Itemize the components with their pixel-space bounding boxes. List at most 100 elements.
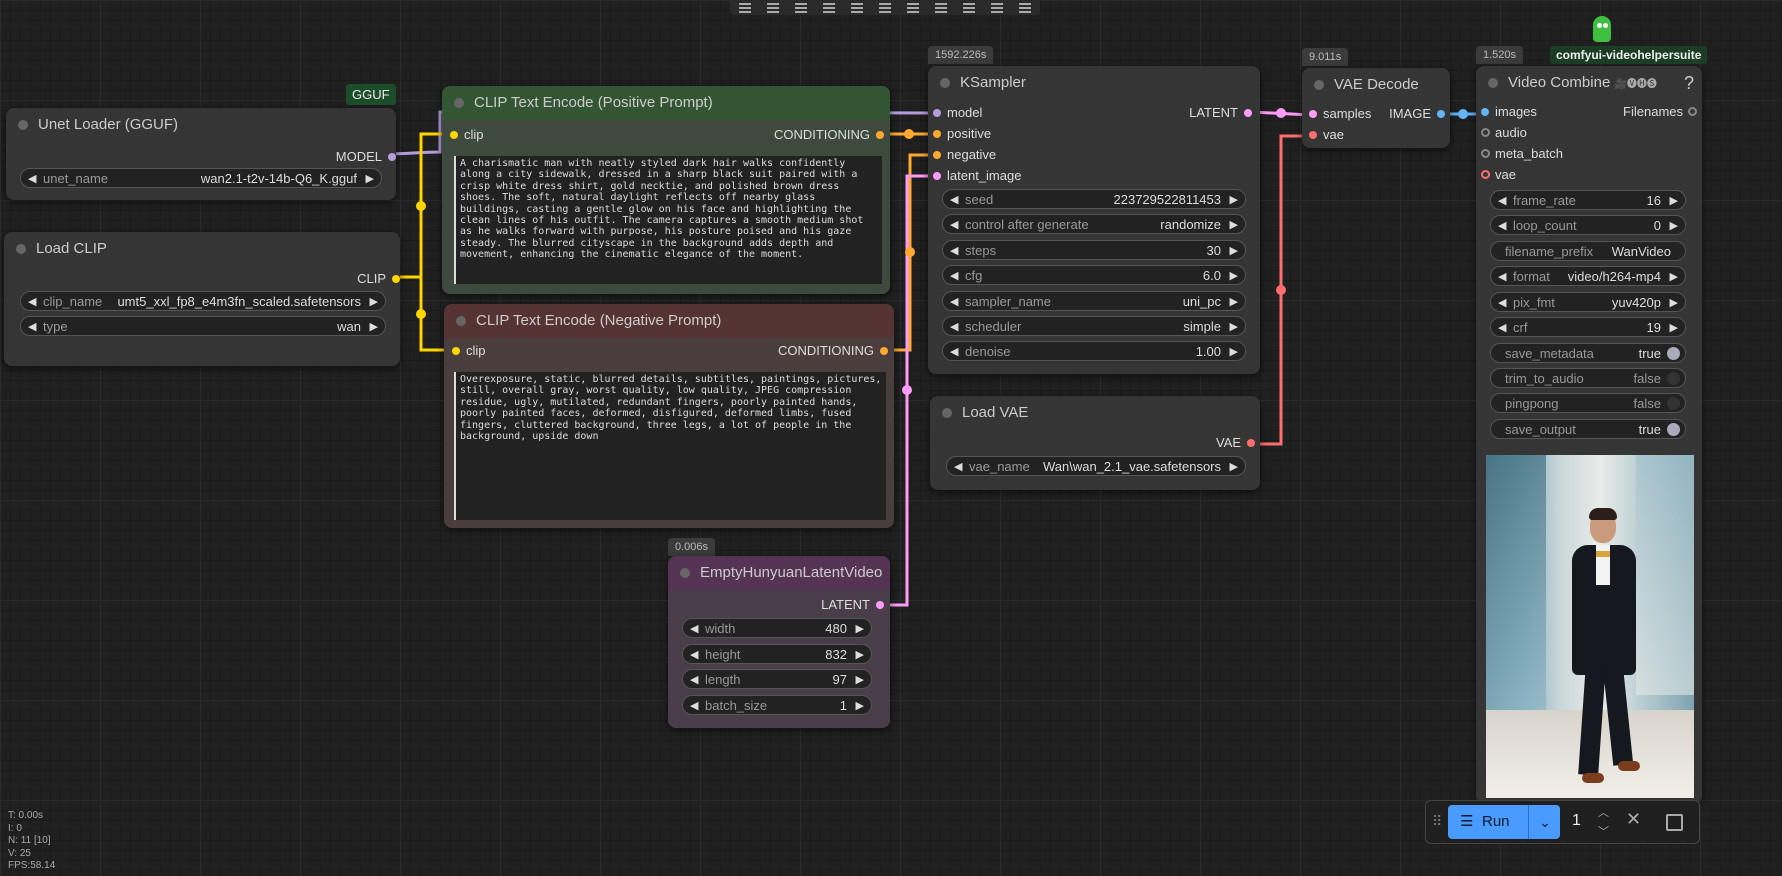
loop-count-widget[interactable]: ◀ loop_count 0 ▶ [1490, 215, 1686, 235]
increment-arrow-icon[interactable]: ▶ [1230, 215, 1238, 235]
distribute-horizontal-icon[interactable] [900, 0, 926, 14]
node-title[interactable]: Load CLIP [4, 232, 400, 266]
decrement-arrow-icon[interactable]: ◀ [690, 619, 698, 639]
batch-size-widget[interactable]: ◀ batch_size 1 ▶ [682, 695, 872, 715]
empty-latent-video-node[interactable]: EmptyHunyuanLatentVideo LATENT ◀ width 480… [668, 556, 890, 728]
input-slot[interactable] [1481, 108, 1489, 116]
increment-arrow-icon[interactable]: ▶ [370, 292, 378, 312]
decrement-arrow-icon[interactable]: ◀ [28, 292, 36, 312]
control-after-generate-widget[interactable]: ◀ control after generate randomize ▶ [942, 214, 1246, 234]
node-title[interactable]: KSampler [928, 66, 1260, 100]
decrement-arrow-icon[interactable]: ◀ [954, 457, 962, 477]
trim-to-audio-toggle[interactable]: trim_to_audio false [1490, 368, 1686, 388]
positive-prompt-node[interactable]: CLIP Text Encode (Positive Prompt) clip … [442, 86, 890, 294]
collapse-dot[interactable] [456, 316, 466, 326]
audio-input[interactable]: audio [1481, 124, 1527, 142]
input-slot[interactable] [1481, 149, 1490, 158]
increment-arrow-icon[interactable]: ▶ [1230, 317, 1238, 337]
output-slot[interactable] [1688, 107, 1697, 116]
arrange-icon-2[interactable] [984, 0, 1010, 14]
input-slot[interactable] [450, 131, 458, 139]
input-slot[interactable] [1481, 128, 1490, 137]
output-slot[interactable] [1247, 439, 1255, 447]
increment-arrow-icon[interactable]: ▶ [1230, 457, 1238, 477]
positive-prompt-textarea[interactable]: A charismatic man with neatly styled dar… [454, 156, 882, 284]
latent-output[interactable]: LATENT [770, 596, 884, 614]
increment-icon[interactable]: ︿ [1598, 804, 1609, 820]
collapse-dot[interactable] [18, 120, 28, 130]
output-slot[interactable] [880, 347, 888, 355]
ksampler-node[interactable]: KSampler model positive negative latent_… [928, 66, 1260, 374]
vae-input[interactable]: vae [1481, 166, 1516, 184]
latent-output[interactable]: LATENT [1138, 104, 1252, 122]
increment-arrow-icon[interactable]: ▶ [1670, 293, 1678, 313]
increment-arrow-icon[interactable]: ▶ [1670, 267, 1678, 287]
cfg-widget[interactable]: ◀ cfg 6.0 ▶ [942, 265, 1246, 285]
input-slot[interactable] [933, 151, 941, 159]
vae-output[interactable]: VAE [1141, 434, 1255, 452]
sampler-name-widget[interactable]: ◀ sampler_name uni_pc ▶ [942, 291, 1246, 311]
help-icon[interactable]: ? [1684, 66, 1694, 100]
drag-handle-icon[interactable]: ⠿ [1432, 813, 1442, 830]
increment-arrow-icon[interactable]: ▶ [1230, 241, 1238, 261]
decrement-arrow-icon[interactable]: ◀ [950, 266, 958, 286]
node-title[interactable]: VAE Decode [1302, 68, 1450, 102]
positive-input[interactable]: positive [933, 125, 991, 143]
model-output[interactable]: MODEL [282, 148, 396, 166]
decrement-arrow-icon[interactable]: ◀ [1498, 216, 1506, 236]
decrement-arrow-icon[interactable]: ◀ [950, 292, 958, 312]
decrement-arrow-icon[interactable]: ◀ [690, 670, 698, 690]
clip-type-widget[interactable]: ◀ type wan ▶ [20, 316, 386, 336]
decrement-arrow-icon[interactable]: ◀ [28, 317, 36, 337]
unet-loader-node[interactable]: Unet Loader (GGUF) MODEL ◀ unet_name wan2.… [6, 108, 396, 200]
input-slot[interactable] [933, 130, 941, 138]
negative-input[interactable]: negative [933, 146, 996, 164]
increment-arrow-icon[interactable]: ▶ [1670, 191, 1678, 211]
seed-widget[interactable]: ◀ seed 223729522811453 ▶ [942, 189, 1246, 209]
increment-arrow-icon[interactable]: ▶ [856, 670, 864, 690]
width-widget[interactable]: ◀ width 480 ▶ [682, 618, 872, 638]
decrement-arrow-icon[interactable]: ◀ [28, 169, 36, 189]
align-left-icon[interactable] [732, 0, 758, 14]
decrement-arrow-icon[interactable]: ◀ [950, 215, 958, 235]
save-metadata-toggle[interactable]: save_metadata true [1490, 343, 1686, 363]
increment-arrow-icon[interactable]: ▶ [1670, 216, 1678, 236]
arrange-icon-3[interactable] [1012, 0, 1038, 14]
increment-arrow-icon[interactable]: ▶ [856, 619, 864, 639]
format-widget[interactable]: ◀ format video/h264-mp4 ▶ [1490, 266, 1686, 286]
decrement-arrow-icon[interactable]: ◀ [690, 696, 698, 716]
unet-name-widget[interactable]: ◀ unet_name wan2.1-t2v-14b-Q6_K.gguf ▶ [20, 168, 382, 188]
video-preview[interactable] [1486, 455, 1694, 798]
collapse-dot[interactable] [1314, 80, 1324, 90]
save-output-toggle[interactable]: save_output true [1490, 419, 1686, 439]
collapse-dot[interactable] [940, 78, 950, 88]
align-middle-icon[interactable] [844, 0, 870, 14]
filename-prefix-field[interactable]: filename_prefix WanVideo [1490, 241, 1686, 261]
input-slot[interactable] [1481, 170, 1490, 179]
load-clip-node[interactable]: Load CLIP CLIP ◀ clip_name umt5_xxl_fp8_e4… [4, 232, 400, 366]
increment-arrow-icon[interactable]: ▶ [1670, 318, 1678, 338]
decrement-arrow-icon[interactable]: ◀ [1498, 293, 1506, 313]
node-title[interactable]: Load VAE [930, 396, 1260, 430]
output-slot[interactable] [392, 275, 400, 283]
run-button[interactable]: ☰ Run ⌄ [1448, 805, 1560, 839]
vae-input[interactable]: vae [1309, 126, 1344, 144]
pix-fmt-widget[interactable]: ◀ pix_fmt yuv420p ▶ [1490, 292, 1686, 312]
decrement-arrow-icon[interactable]: ◀ [950, 317, 958, 337]
decrement-arrow-icon[interactable]: ◀ [1498, 318, 1506, 338]
increment-arrow-icon[interactable]: ▶ [366, 169, 374, 189]
image-output[interactable]: IMAGE [1361, 105, 1445, 123]
clip-output[interactable]: CLIP [286, 270, 400, 288]
output-slot[interactable] [876, 131, 884, 139]
frame-rate-widget[interactable]: ◀ frame_rate 16 ▶ [1490, 190, 1686, 210]
conditioning-output[interactable]: CONDITIONING [734, 342, 888, 360]
node-title[interactable]: EmptyHunyuanLatentVideo [668, 556, 890, 590]
video-combine-node[interactable]: Video Combine 🎥🅥🅗🅢? images audio meta_ba… [1476, 66, 1702, 804]
increment-arrow-icon[interactable]: ▶ [1230, 190, 1238, 210]
arrange-icon[interactable] [956, 0, 982, 14]
input-slot[interactable] [1309, 131, 1317, 139]
vae-name-widget[interactable]: ◀ vae_name Wan\wan_2.1_vae.safetensors ▶ [946, 456, 1246, 476]
decrement-arrow-icon[interactable]: ◀ [950, 342, 958, 362]
increment-arrow-icon[interactable]: ▶ [856, 696, 864, 716]
stop-square-icon[interactable] [1666, 814, 1683, 831]
